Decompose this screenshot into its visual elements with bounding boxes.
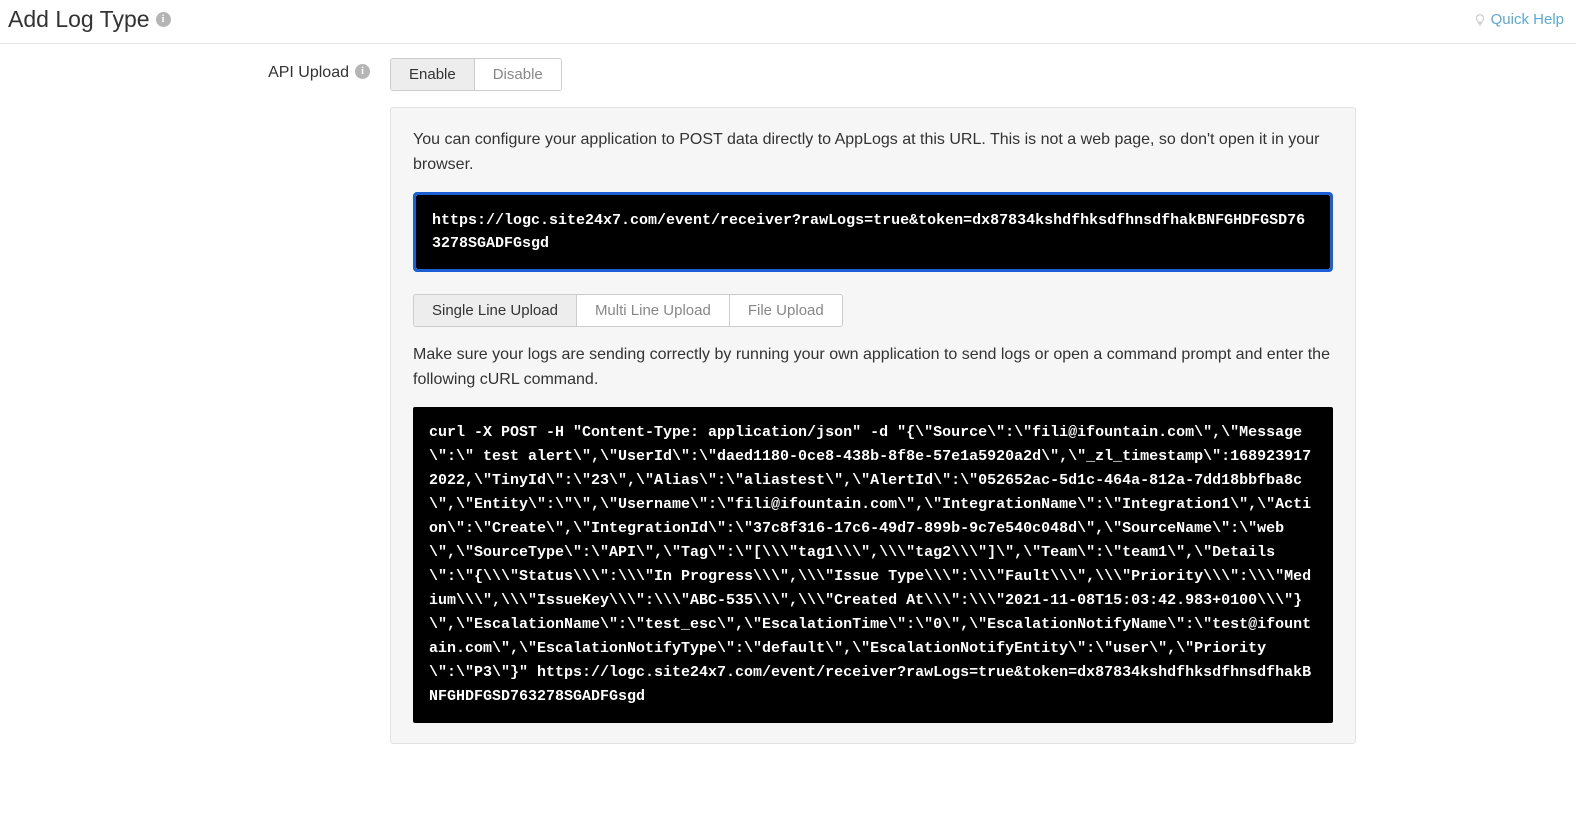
main-column: Enable Disable You can configure your ap… (390, 58, 1576, 744)
page-header: Add Log Type i Quick Help (0, 0, 1576, 44)
content-row: API Upload i Enable Disable You can conf… (0, 44, 1576, 744)
api-upload-toggle: Enable Disable (390, 58, 562, 91)
api-upload-panel: You can configure your application to PO… (390, 107, 1356, 744)
api-upload-label-text: API Upload (268, 64, 349, 82)
tab-single-line-upload[interactable]: Single Line Upload (414, 295, 576, 326)
info-icon[interactable]: i (156, 12, 171, 27)
post-url-text: https://logc.site24x7.com/event/receiver… (416, 195, 1330, 270)
tab-multi-line-upload[interactable]: Multi Line Upload (576, 295, 729, 326)
quick-help-text: Quick Help (1491, 11, 1564, 28)
tab-file-upload[interactable]: File Upload (729, 295, 842, 326)
page-title-text: Add Log Type (8, 6, 150, 33)
bulb-icon (1473, 13, 1487, 27)
page-title: Add Log Type i (8, 6, 171, 33)
api-upload-label: API Upload i (0, 58, 390, 744)
upload-mode-tabs: Single Line Upload Multi Line Upload Fil… (413, 294, 843, 327)
post-url-box[interactable]: https://logc.site24x7.com/event/receiver… (413, 192, 1333, 273)
post-url-description: You can configure your application to PO… (413, 128, 1333, 178)
curl-command-box[interactable]: curl -X POST -H "Content-Type: applicati… (413, 407, 1333, 723)
curl-description: Make sure your logs are sending correctl… (413, 343, 1333, 393)
quick-help-link[interactable]: Quick Help (1473, 11, 1564, 28)
disable-button[interactable]: Disable (474, 59, 561, 90)
info-icon[interactable]: i (355, 64, 370, 79)
enable-button[interactable]: Enable (391, 59, 474, 90)
